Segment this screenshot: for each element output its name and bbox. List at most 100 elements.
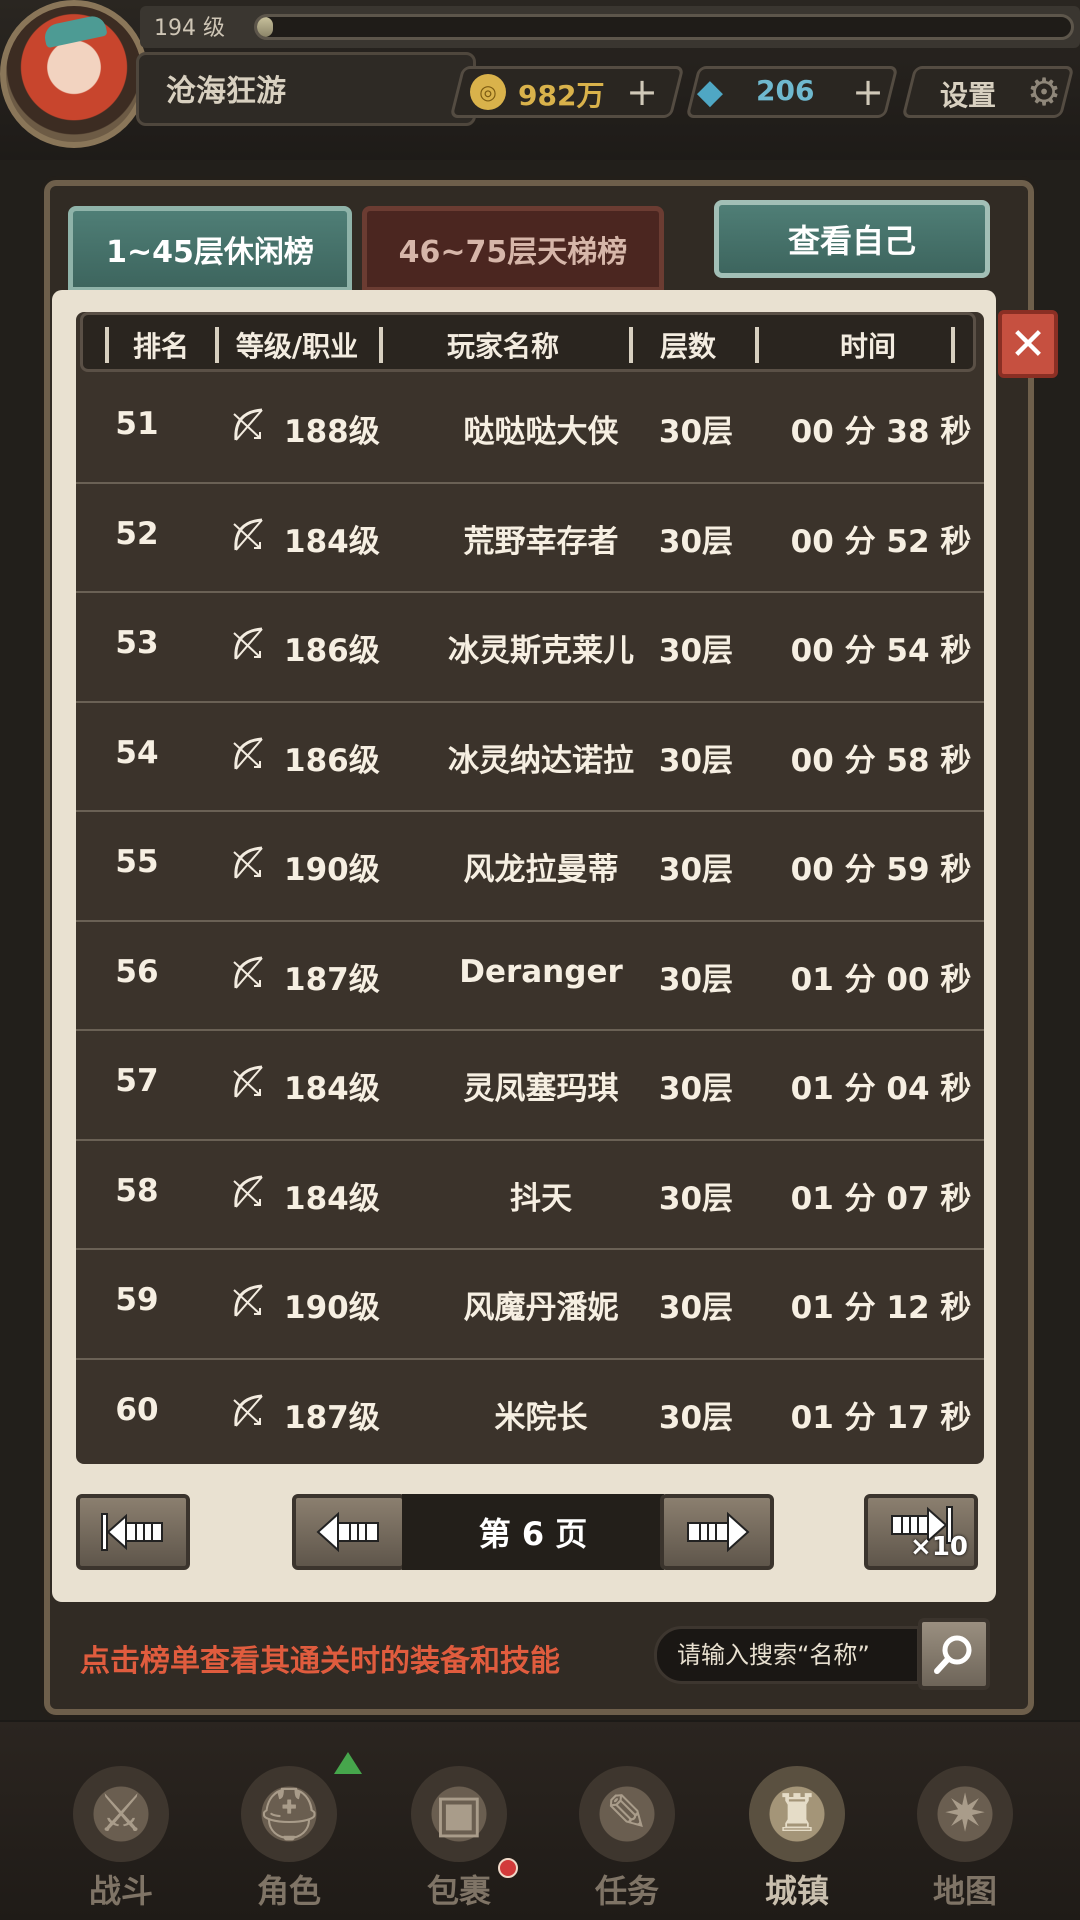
header-separator — [951, 327, 955, 363]
notification-dot — [498, 1858, 518, 1878]
bow-icon — [228, 842, 268, 882]
search-input[interactable] — [654, 1626, 920, 1684]
table-row[interactable]: 53 186级 冰灵斯克莱儿 30层 00 分 54 秒 — [76, 593, 984, 703]
time-cell: 00 分 52 秒 — [790, 523, 972, 560]
header-separator — [215, 327, 219, 363]
upgrade-arrow-icon — [334, 1752, 362, 1774]
search-button[interactable] — [918, 1618, 990, 1690]
level-cell: 184级 — [284, 1180, 380, 1217]
time-cell: 01 分 07 秒 — [790, 1180, 972, 1217]
close-button[interactable]: ✕ — [998, 310, 1058, 378]
castle-icon: ♜ — [749, 1766, 845, 1862]
nav-map[interactable]: ✷ 地图 — [890, 1742, 1040, 1912]
rank-cell: 56 — [115, 953, 159, 990]
coin-icon: ◎ — [470, 74, 506, 110]
table-row[interactable]: 57 184级 灵凤塞玛琪 30层 01 分 04 秒 — [76, 1031, 984, 1141]
floor-cell: 30层 — [658, 633, 734, 669]
first-page-button[interactable] — [76, 1494, 190, 1570]
floor-cell: 30层 — [658, 852, 734, 888]
header-floor: 层数 — [659, 330, 716, 363]
table-body: 51 188级 哒哒哒大侠 30层 00 分 38 秒 52 184级 荒野幸存者 30层 00 … — [76, 374, 984, 1469]
gear-icon[interactable]: ⚙ — [1024, 70, 1064, 114]
table-row[interactable]: 60 187级 米院长 30层 01 分 17 秒 — [76, 1360, 984, 1470]
nav-battle[interactable]: ⚔ 战斗 — [46, 1742, 196, 1912]
table-row[interactable]: 58 184级 抖天 30层 01 分 07 秒 — [76, 1141, 984, 1250]
table-row[interactable]: 52 184级 荒野幸存者 30层 00 分 52 秒 — [76, 484, 984, 593]
nav-label: 包裹 — [426, 1872, 491, 1910]
next-page-button[interactable] — [660, 1494, 774, 1570]
level-cell: 190级 — [284, 852, 380, 888]
table-row[interactable]: 56 187级 Deranger 30层 01 分 00 秒 — [76, 922, 984, 1031]
floor-cell: 30层 — [658, 961, 734, 998]
floor-cell: 30层 — [658, 1180, 734, 1217]
rank-cell: 57 — [115, 1063, 159, 1099]
view-self-button[interactable]: 查看自己 — [714, 200, 990, 278]
table-row[interactable]: 55 190级 风龙拉曼蒂 30层 00 分 59 秒 — [76, 812, 984, 922]
header-separator — [379, 327, 383, 363]
add-coins-button[interactable]: + — [620, 70, 664, 114]
level-cell: 188级 — [284, 414, 380, 450]
nav-label: 战斗 — [88, 1872, 153, 1910]
time-cell: 01 分 12 秒 — [790, 1290, 972, 1326]
bow-icon — [228, 1280, 268, 1320]
floor-cell: 30层 — [658, 1399, 734, 1436]
rank-cell: 55 — [115, 844, 159, 880]
table-row[interactable]: 54 186级 冰灵纳达诺拉 30层 00 分 58 秒 — [76, 703, 984, 812]
rank-cell: 54 — [115, 734, 159, 771]
gem-value: 206 — [756, 74, 815, 107]
crossed-swords-icon: ⚔ — [73, 1766, 169, 1862]
scroll-icon: ✎ — [579, 1766, 675, 1862]
skip-count-label: ×10 — [910, 1532, 968, 1562]
header-separator — [629, 327, 633, 363]
header-level-class: 等级/职业 — [235, 330, 359, 363]
hint-text: 点击榜单查看其通关时的装备和技能 — [80, 1644, 560, 1679]
rank-cell: 59 — [115, 1282, 159, 1318]
close-icon[interactable]: ✕ — [1010, 319, 1047, 370]
header-separator — [755, 327, 759, 363]
arrow-right-icon — [687, 1511, 750, 1553]
floor-cell: 30层 — [658, 1071, 734, 1107]
nav-town[interactable]: ♜ 城镇 — [722, 1742, 872, 1912]
floor-cell: 30层 — [658, 742, 734, 779]
nav-inventory[interactable]: ▣ 包裹 — [384, 1742, 534, 1912]
level-cell: 184级 — [284, 1071, 380, 1107]
first-page-icon — [101, 1513, 163, 1551]
level-cell: 186级 — [284, 742, 380, 779]
level-cell: 184级 — [284, 523, 380, 560]
level-cell: 190级 — [284, 1290, 380, 1326]
skip-ten-pages-button[interactable]: ×10 — [864, 1494, 978, 1570]
rank-cell: 60 — [115, 1391, 159, 1428]
table-row[interactable]: 51 188级 哒哒哒大侠 30层 00 分 38 秒 — [76, 374, 984, 484]
header-player-name: 玩家名称 — [446, 330, 559, 363]
header-rank: 排名 — [132, 330, 189, 363]
tab-casual-ranking[interactable]: 1~45层休闲榜 — [68, 206, 352, 292]
add-gems-button[interactable]: + — [846, 70, 890, 114]
player-name: 沧海狂游 — [166, 74, 286, 109]
nav-quests[interactable]: ✎ 任务 — [552, 1742, 702, 1912]
rank-cell: 52 — [115, 515, 159, 552]
bow-icon — [228, 1061, 268, 1101]
settings-label[interactable]: 设置 — [940, 74, 996, 114]
player-level: 194 级 — [154, 16, 225, 41]
level-cell: 187级 — [284, 961, 380, 998]
bow-icon — [228, 1390, 268, 1430]
time-cell: 01 分 00 秒 — [790, 961, 972, 998]
previous-page-button[interactable] — [292, 1494, 406, 1570]
nav-label: 地图 — [932, 1872, 997, 1910]
tab-ladder-ranking[interactable]: 46~75层天梯榜 — [362, 206, 664, 292]
bag-icon: ▣ — [411, 1766, 507, 1862]
bow-icon — [228, 404, 268, 444]
nav-label: 城镇 — [764, 1872, 829, 1910]
diamond-icon: ◆ — [696, 72, 724, 112]
player-avatar[interactable] — [0, 0, 148, 148]
arrow-left-icon — [316, 1511, 379, 1553]
helmet-icon: ⛑ — [241, 1766, 337, 1862]
floor-cell: 30层 — [658, 1290, 734, 1326]
time-cell: 01 分 17 秒 — [790, 1399, 972, 1436]
rank-cell: 53 — [115, 625, 159, 661]
level-cell: 187级 — [284, 1399, 380, 1436]
xp-bar-fill — [257, 17, 274, 37]
time-cell: 00 分 58 秒 — [790, 742, 972, 779]
table-row[interactable]: 59 190级 风魔丹潘妮 30层 01 分 12 秒 — [76, 1250, 984, 1360]
rank-cell: 51 — [115, 406, 159, 442]
